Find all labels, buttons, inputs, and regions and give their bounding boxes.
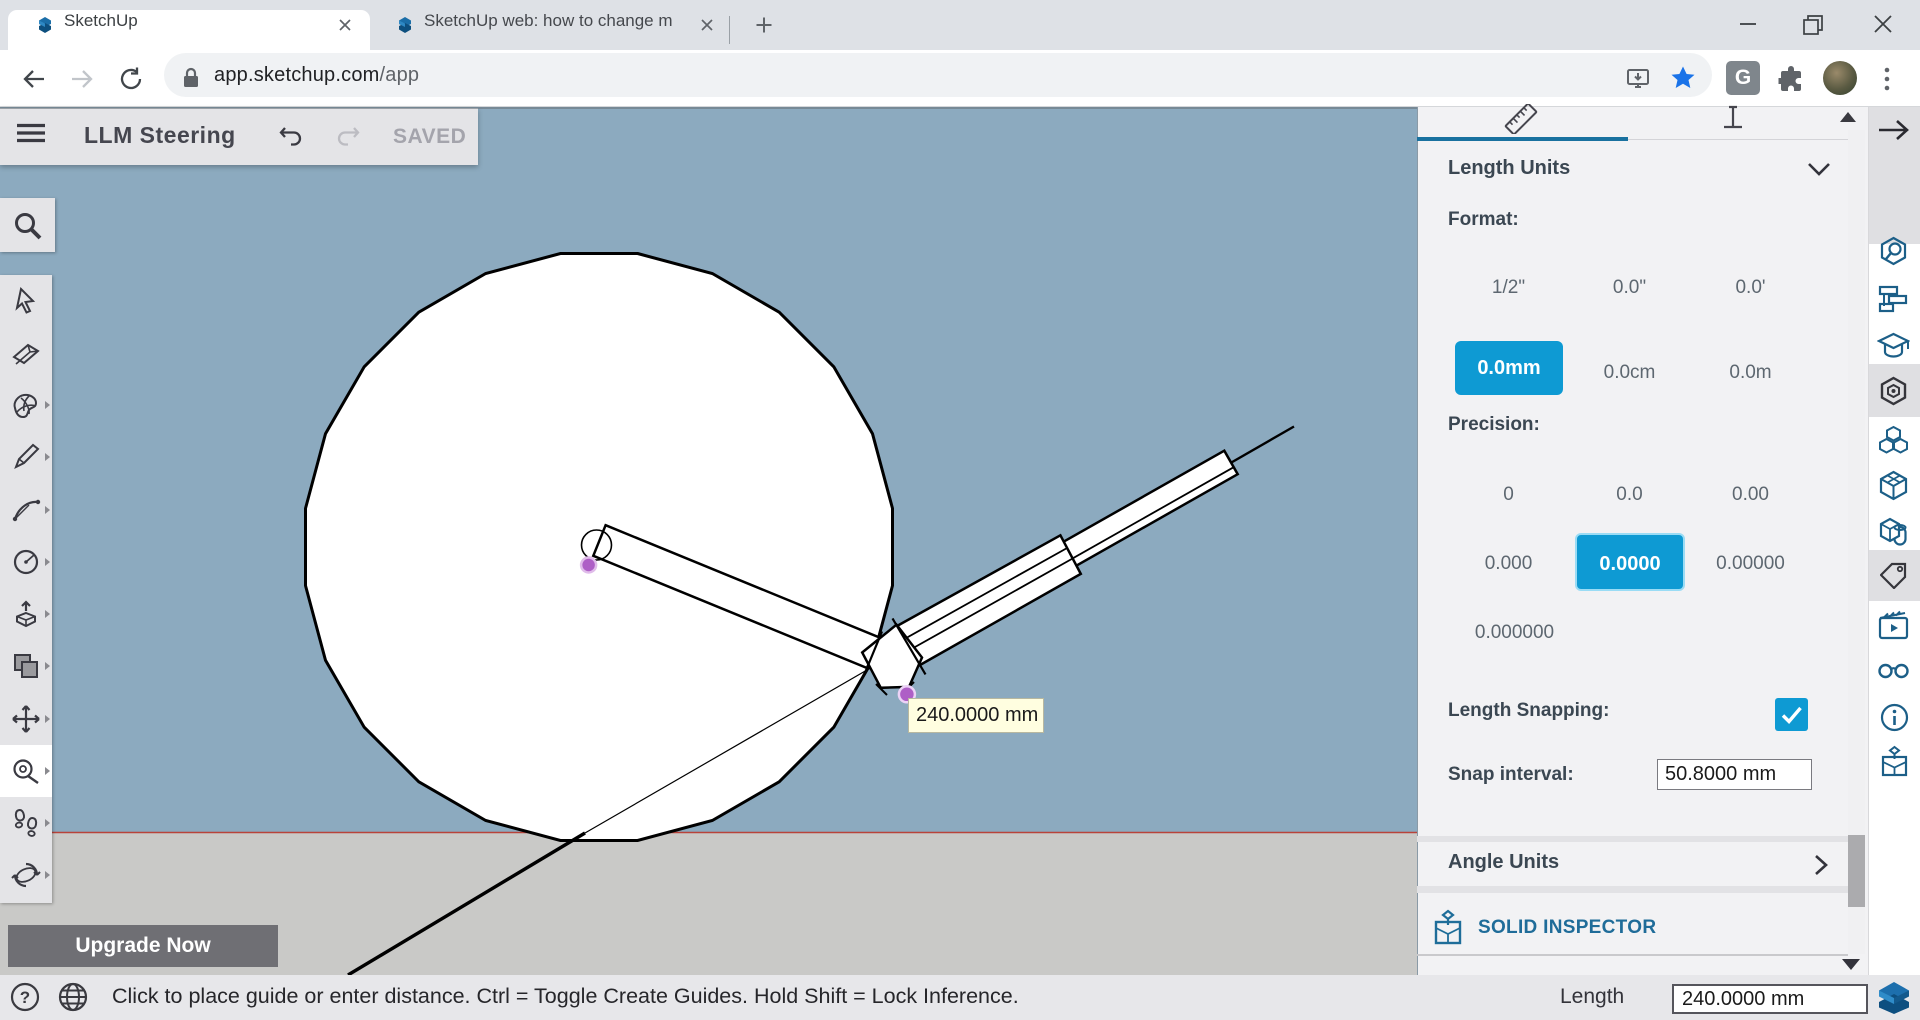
- svg-text:?: ?: [20, 988, 30, 1007]
